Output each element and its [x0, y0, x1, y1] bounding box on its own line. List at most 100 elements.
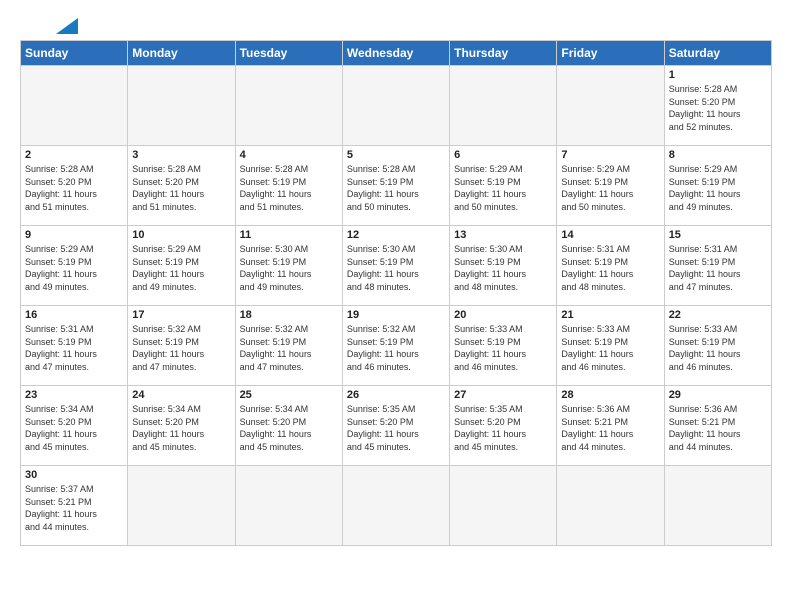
calendar-week-4: 16 Sunrise: 5:31 AM Sunset: 5:19 PM Dayli… — [21, 306, 772, 386]
day-number: 13 — [454, 229, 552, 241]
day-header-sunday: Sunday — [21, 41, 128, 66]
calendar-cell: 11 Sunrise: 5:30 AM Sunset: 5:19 PM Dayli… — [235, 226, 342, 306]
day-header-tuesday: Tuesday — [235, 41, 342, 66]
day-info: Sunrise: 5:33 AM Sunset: 5:19 PM Dayligh… — [669, 323, 767, 373]
calendar-cell: 29 Sunrise: 5:36 AM Sunset: 5:21 PM Dayli… — [664, 386, 771, 466]
calendar-cell: 30 Sunrise: 5:37 AM Sunset: 5:21 PM Dayli… — [21, 466, 128, 546]
day-number: 22 — [669, 309, 767, 321]
calendar-cell: 13Sunrise: 5:30 AM Sunset: 5:19 PM Dayli… — [450, 226, 557, 306]
calendar-cell — [557, 66, 664, 146]
calendar-cell: 7 Sunrise: 5:29 AM Sunset: 5:19 PM Daylig… — [557, 146, 664, 226]
day-info: Sunrise: 5:33 AM Sunset: 5:19 PM Dayligh… — [561, 323, 659, 373]
day-info: Sunrise: 5:28 AM Sunset: 5:20 PM Dayligh… — [25, 163, 123, 213]
day-number: 7 — [561, 149, 659, 161]
calendar-header-row: SundayMondayTuesdayWednesdayThursdayFrid… — [21, 41, 772, 66]
calendar-cell — [342, 466, 449, 546]
day-info: Sunrise: 5:31 AM Sunset: 5:19 PM Dayligh… — [669, 243, 767, 293]
calendar-cell: 8Sunrise: 5:29 AM Sunset: 5:19 PM Daylig… — [664, 146, 771, 226]
calendar-cell — [128, 466, 235, 546]
day-number: 20 — [454, 309, 552, 321]
day-number: 16 — [25, 309, 123, 321]
calendar-week-6: 30 Sunrise: 5:37 AM Sunset: 5:21 PM Dayli… — [21, 466, 772, 546]
calendar-cell — [450, 466, 557, 546]
calendar-cell: 1 Sunrise: 5:28 AM Sunset: 5:20 PM Daylig… — [664, 66, 771, 146]
day-number: 2 — [25, 149, 123, 161]
calendar-week-3: 9 Sunrise: 5:29 AM Sunset: 5:19 PM Daylig… — [21, 226, 772, 306]
day-info: Sunrise: 5:36 AM Sunset: 5:21 PM Dayligh… — [561, 403, 659, 453]
day-info: Sunrise: 5:35 AM Sunset: 5:20 PM Dayligh… — [347, 403, 445, 453]
day-header-thursday: Thursday — [450, 41, 557, 66]
calendar-cell: 26 Sunrise: 5:35 AM Sunset: 5:20 PM Dayli… — [342, 386, 449, 466]
calendar-cell: 10Sunrise: 5:29 AM Sunset: 5:19 PM Dayli… — [128, 226, 235, 306]
day-info: Sunrise: 5:30 AM Sunset: 5:19 PM Dayligh… — [240, 243, 338, 293]
calendar-cell: 6Sunrise: 5:29 AM Sunset: 5:19 PM Daylig… — [450, 146, 557, 226]
day-number: 17 — [132, 309, 230, 321]
calendar-cell — [557, 466, 664, 546]
calendar-cell: 2 Sunrise: 5:28 AM Sunset: 5:20 PM Daylig… — [21, 146, 128, 226]
calendar-cell — [235, 66, 342, 146]
day-number: 9 — [25, 229, 123, 241]
day-info: Sunrise: 5:34 AM Sunset: 5:20 PM Dayligh… — [25, 403, 123, 453]
calendar-cell: 27 Sunrise: 5:35 AM Sunset: 5:20 PM Dayli… — [450, 386, 557, 466]
day-number: 28 — [561, 389, 659, 401]
calendar-table: SundayMondayTuesdayWednesdayThursdayFrid… — [20, 40, 772, 546]
calendar-cell: 18 Sunrise: 5:32 AM Sunset: 5:19 PM Dayli… — [235, 306, 342, 386]
day-info: Sunrise: 5:28 AM Sunset: 5:20 PM Dayligh… — [669, 83, 767, 133]
day-number: 18 — [240, 309, 338, 321]
day-info: Sunrise: 5:35 AM Sunset: 5:20 PM Dayligh… — [454, 403, 552, 453]
calendar-week-5: 23 Sunrise: 5:34 AM Sunset: 5:20 PM Dayli… — [21, 386, 772, 466]
calendar-cell — [664, 466, 771, 546]
day-number: 25 — [240, 389, 338, 401]
day-info: Sunrise: 5:29 AM Sunset: 5:19 PM Dayligh… — [561, 163, 659, 213]
day-number: 8 — [669, 149, 767, 161]
calendar-cell: 28 Sunrise: 5:36 AM Sunset: 5:21 PM Dayli… — [557, 386, 664, 466]
day-number: 23 — [25, 389, 123, 401]
calendar-cell: 3Sunrise: 5:28 AM Sunset: 5:20 PM Daylig… — [128, 146, 235, 226]
calendar-cell — [342, 66, 449, 146]
day-info: Sunrise: 5:29 AM Sunset: 5:19 PM Dayligh… — [132, 243, 230, 293]
day-info: Sunrise: 5:32 AM Sunset: 5:19 PM Dayligh… — [240, 323, 338, 373]
calendar-cell: 4Sunrise: 5:28 AM Sunset: 5:19 PM Daylig… — [235, 146, 342, 226]
day-header-wednesday: Wednesday — [342, 41, 449, 66]
day-number: 14 — [561, 229, 659, 241]
day-info: Sunrise: 5:28 AM Sunset: 5:19 PM Dayligh… — [347, 163, 445, 213]
day-number: 29 — [669, 389, 767, 401]
day-number: 6 — [454, 149, 552, 161]
day-info: Sunrise: 5:28 AM Sunset: 5:19 PM Dayligh… — [240, 163, 338, 213]
calendar-week-1: 1 Sunrise: 5:28 AM Sunset: 5:20 PM Daylig… — [21, 66, 772, 146]
day-number: 12 — [347, 229, 445, 241]
day-info: Sunrise: 5:32 AM Sunset: 5:19 PM Dayligh… — [132, 323, 230, 373]
calendar-cell — [128, 66, 235, 146]
day-number: 19 — [347, 309, 445, 321]
day-info: Sunrise: 5:34 AM Sunset: 5:20 PM Dayligh… — [240, 403, 338, 453]
day-number: 5 — [347, 149, 445, 161]
day-info: Sunrise: 5:30 AM Sunset: 5:19 PM Dayligh… — [347, 243, 445, 293]
day-number: 11 — [240, 229, 338, 241]
day-info: Sunrise: 5:37 AM Sunset: 5:21 PM Dayligh… — [25, 483, 123, 533]
calendar-cell: 16 Sunrise: 5:31 AM Sunset: 5:19 PM Dayli… — [21, 306, 128, 386]
calendar-cell: 22 Sunrise: 5:33 AM Sunset: 5:19 PM Dayli… — [664, 306, 771, 386]
day-info: Sunrise: 5:31 AM Sunset: 5:19 PM Dayligh… — [561, 243, 659, 293]
day-info: Sunrise: 5:36 AM Sunset: 5:21 PM Dayligh… — [669, 403, 767, 453]
calendar-cell: 25 Sunrise: 5:34 AM Sunset: 5:20 PM Dayli… — [235, 386, 342, 466]
day-header-monday: Monday — [128, 41, 235, 66]
calendar-cell: 14 Sunrise: 5:31 AM Sunset: 5:19 PM Dayli… — [557, 226, 664, 306]
day-number: 27 — [454, 389, 552, 401]
day-number: 21 — [561, 309, 659, 321]
day-number: 3 — [132, 149, 230, 161]
calendar-cell: 5 Sunrise: 5:28 AM Sunset: 5:19 PM Daylig… — [342, 146, 449, 226]
day-info: Sunrise: 5:34 AM Sunset: 5:20 PM Dayligh… — [132, 403, 230, 453]
day-info: Sunrise: 5:31 AM Sunset: 5:19 PM Dayligh… — [25, 323, 123, 373]
header — [20, 20, 772, 34]
day-info: Sunrise: 5:33 AM Sunset: 5:19 PM Dayligh… — [454, 323, 552, 373]
calendar-cell — [21, 66, 128, 146]
day-number: 1 — [669, 69, 767, 81]
day-number: 26 — [347, 389, 445, 401]
calendar-cell — [450, 66, 557, 146]
calendar-cell: 15Sunrise: 5:31 AM Sunset: 5:19 PM Dayli… — [664, 226, 771, 306]
calendar-cell: 20 Sunrise: 5:33 AM Sunset: 5:19 PM Dayli… — [450, 306, 557, 386]
day-number: 30 — [25, 469, 123, 481]
calendar-cell: 21 Sunrise: 5:33 AM Sunset: 5:19 PM Dayli… — [557, 306, 664, 386]
calendar-week-2: 2 Sunrise: 5:28 AM Sunset: 5:20 PM Daylig… — [21, 146, 772, 226]
day-info: Sunrise: 5:29 AM Sunset: 5:19 PM Dayligh… — [25, 243, 123, 293]
